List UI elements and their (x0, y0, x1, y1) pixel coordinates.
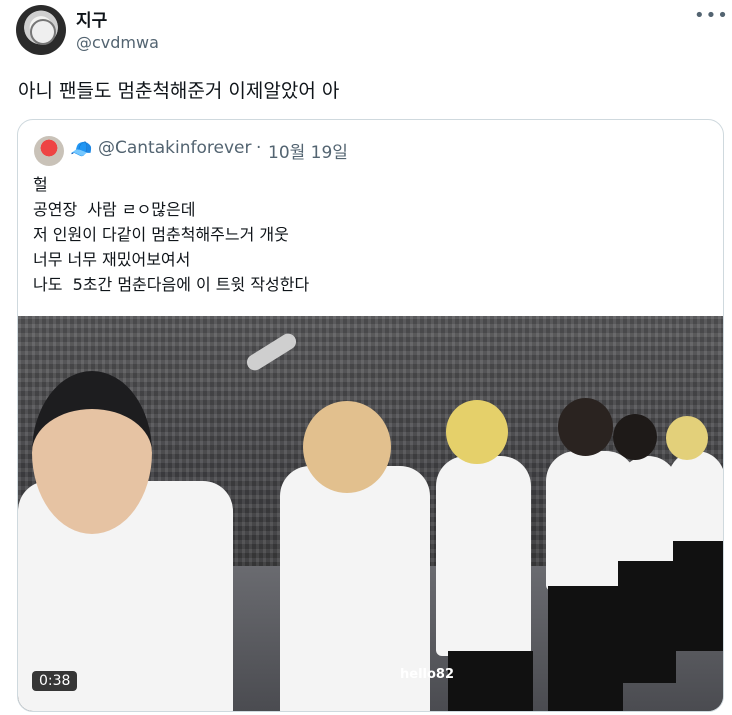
performer-head (303, 401, 391, 493)
meta-separator: · (256, 138, 262, 158)
quoted-tweet-card[interactable]: 🧢 @Cantakinforever · 10월 19일 헐 공연장 사람 ㄹㅇ… (17, 119, 724, 712)
author-handle[interactable]: @cvdmwa (76, 33, 159, 52)
quoted-handle[interactable]: @Cantakinforever (98, 138, 251, 158)
quoted-avatar[interactable] (34, 136, 64, 166)
author-avatar[interactable] (16, 5, 66, 55)
performer-head (558, 398, 613, 456)
performer-head (32, 371, 152, 534)
quoted-line: 나도 5초간 멈춘다음에 이 트윗 작성한다 (33, 275, 310, 294)
performer-head (446, 400, 508, 464)
quoted-line: 저 인원이 다같이 멈춘척해주느거 개웃 (33, 225, 289, 244)
performer-pants (673, 541, 723, 651)
video-player[interactable]: 0:38 hello82 (18, 316, 723, 711)
quoted-line: 너무 너무 재밌어보여서 (33, 250, 191, 269)
performer (668, 451, 723, 546)
cap-emoji-icon: 🧢 (70, 139, 93, 160)
video-duration-badge: 0:38 (32, 671, 78, 691)
performer-head (666, 416, 708, 460)
quoted-line: 공연장 사람 ㄹㅇ많은데 (33, 200, 196, 219)
performer-pants (448, 651, 533, 711)
more-icon[interactable]: ••• (694, 6, 728, 30)
tweet-text: 아니 팬들도 멈춘척해준거 이제알았어 아 (18, 80, 340, 102)
author-display-name[interactable]: 지구 (76, 6, 107, 31)
performer-pants (548, 586, 623, 711)
video-watermark: hello82 (400, 667, 455, 682)
quoted-line: 헐 (33, 175, 48, 194)
quoted-text: 헐 공연장 사람 ㄹㅇ많은데 저 인원이 다같이 멈춘척해주느거 개웃 너무 너… (33, 172, 309, 297)
performer-pants (618, 561, 676, 683)
performer (436, 456, 531, 656)
performer-head (613, 414, 657, 460)
quoted-date[interactable]: 10월 19일 (268, 138, 348, 163)
